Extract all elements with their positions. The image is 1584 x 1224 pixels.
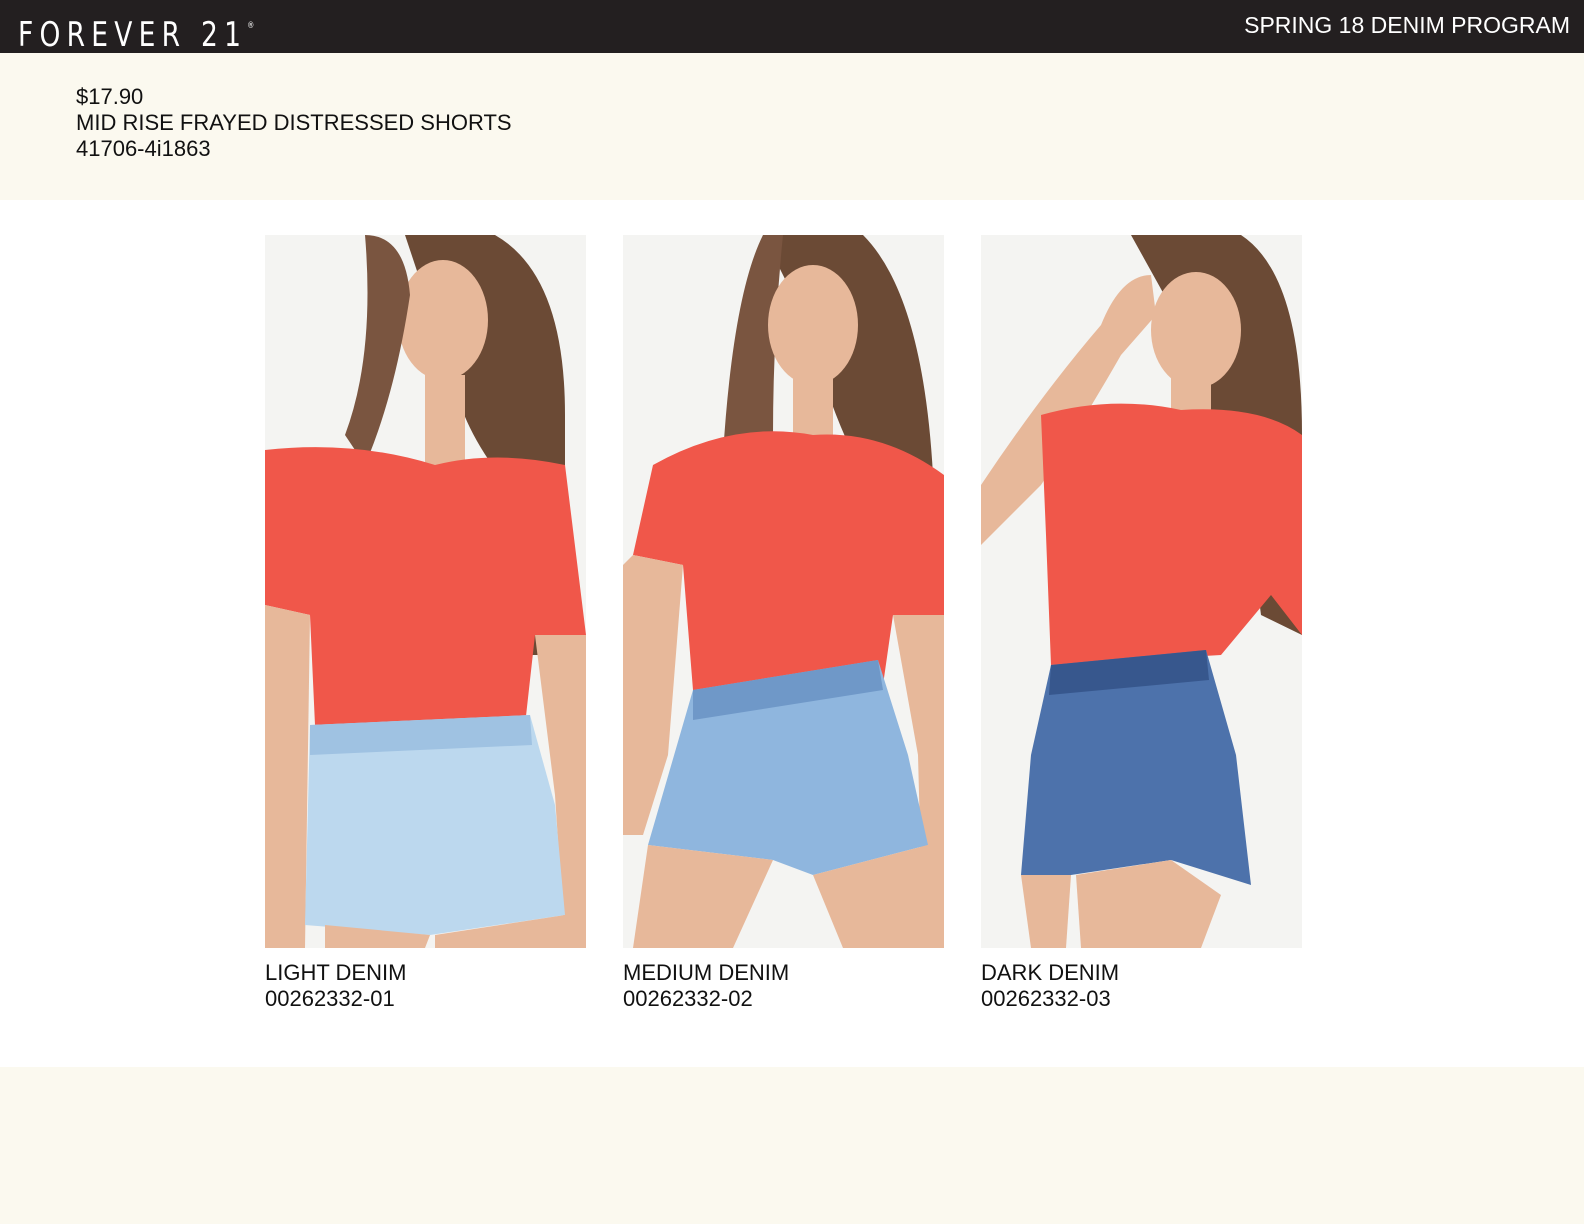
variant-caption: DARK DENIM 00262332-03 bbox=[981, 960, 1302, 1012]
face bbox=[398, 260, 488, 380]
variant-sku: 00262332-03 bbox=[981, 986, 1111, 1011]
variant-caption: MEDIUM DENIM 00262332-02 bbox=[623, 960, 944, 1012]
product-photo-dark-denim bbox=[981, 235, 1302, 948]
variant-sku: 00262332-02 bbox=[623, 986, 753, 1011]
variant-wash: LIGHT DENIM bbox=[265, 960, 407, 985]
face bbox=[768, 265, 858, 385]
variant-card-medium: MEDIUM DENIM 00262332-02 bbox=[623, 235, 944, 1012]
variant-card-dark: DARK DENIM 00262332-03 bbox=[981, 235, 1302, 1012]
product-photo-light-denim bbox=[265, 235, 586, 948]
arm-left bbox=[265, 605, 310, 948]
brand-logo: FOREVER 21® bbox=[18, 5, 254, 56]
program-title: SPRING 18 DENIM PROGRAM bbox=[1244, 12, 1570, 38]
header-bar: FOREVER 21® SPRING 18 DENIM PROGRAM bbox=[0, 0, 1584, 56]
product-photo-medium-denim bbox=[623, 235, 944, 948]
product-price: $17.90 bbox=[76, 84, 144, 109]
variant-wash: DARK DENIM bbox=[981, 960, 1120, 985]
neck bbox=[425, 375, 465, 465]
product-style-number: 41706-4i1863 bbox=[76, 136, 211, 161]
neck bbox=[793, 375, 833, 435]
face bbox=[1151, 272, 1241, 388]
product-info: $17.90 MID RISE FRAYED DISTRESSED SHORTS… bbox=[76, 84, 512, 162]
variant-caption: LIGHT DENIM 00262332-01 bbox=[265, 960, 586, 1012]
brand-name: FOREVER 21 bbox=[18, 15, 248, 55]
variant-wash: MEDIUM DENIM bbox=[623, 960, 790, 985]
product-name: MID RISE FRAYED DISTRESSED SHORTS bbox=[76, 110, 512, 135]
variant-sku: 00262332-01 bbox=[265, 986, 395, 1011]
variant-card-light: LIGHT DENIM 00262332-01 bbox=[265, 235, 586, 1012]
neck bbox=[1171, 375, 1211, 415]
registered-mark: ® bbox=[247, 21, 255, 31]
